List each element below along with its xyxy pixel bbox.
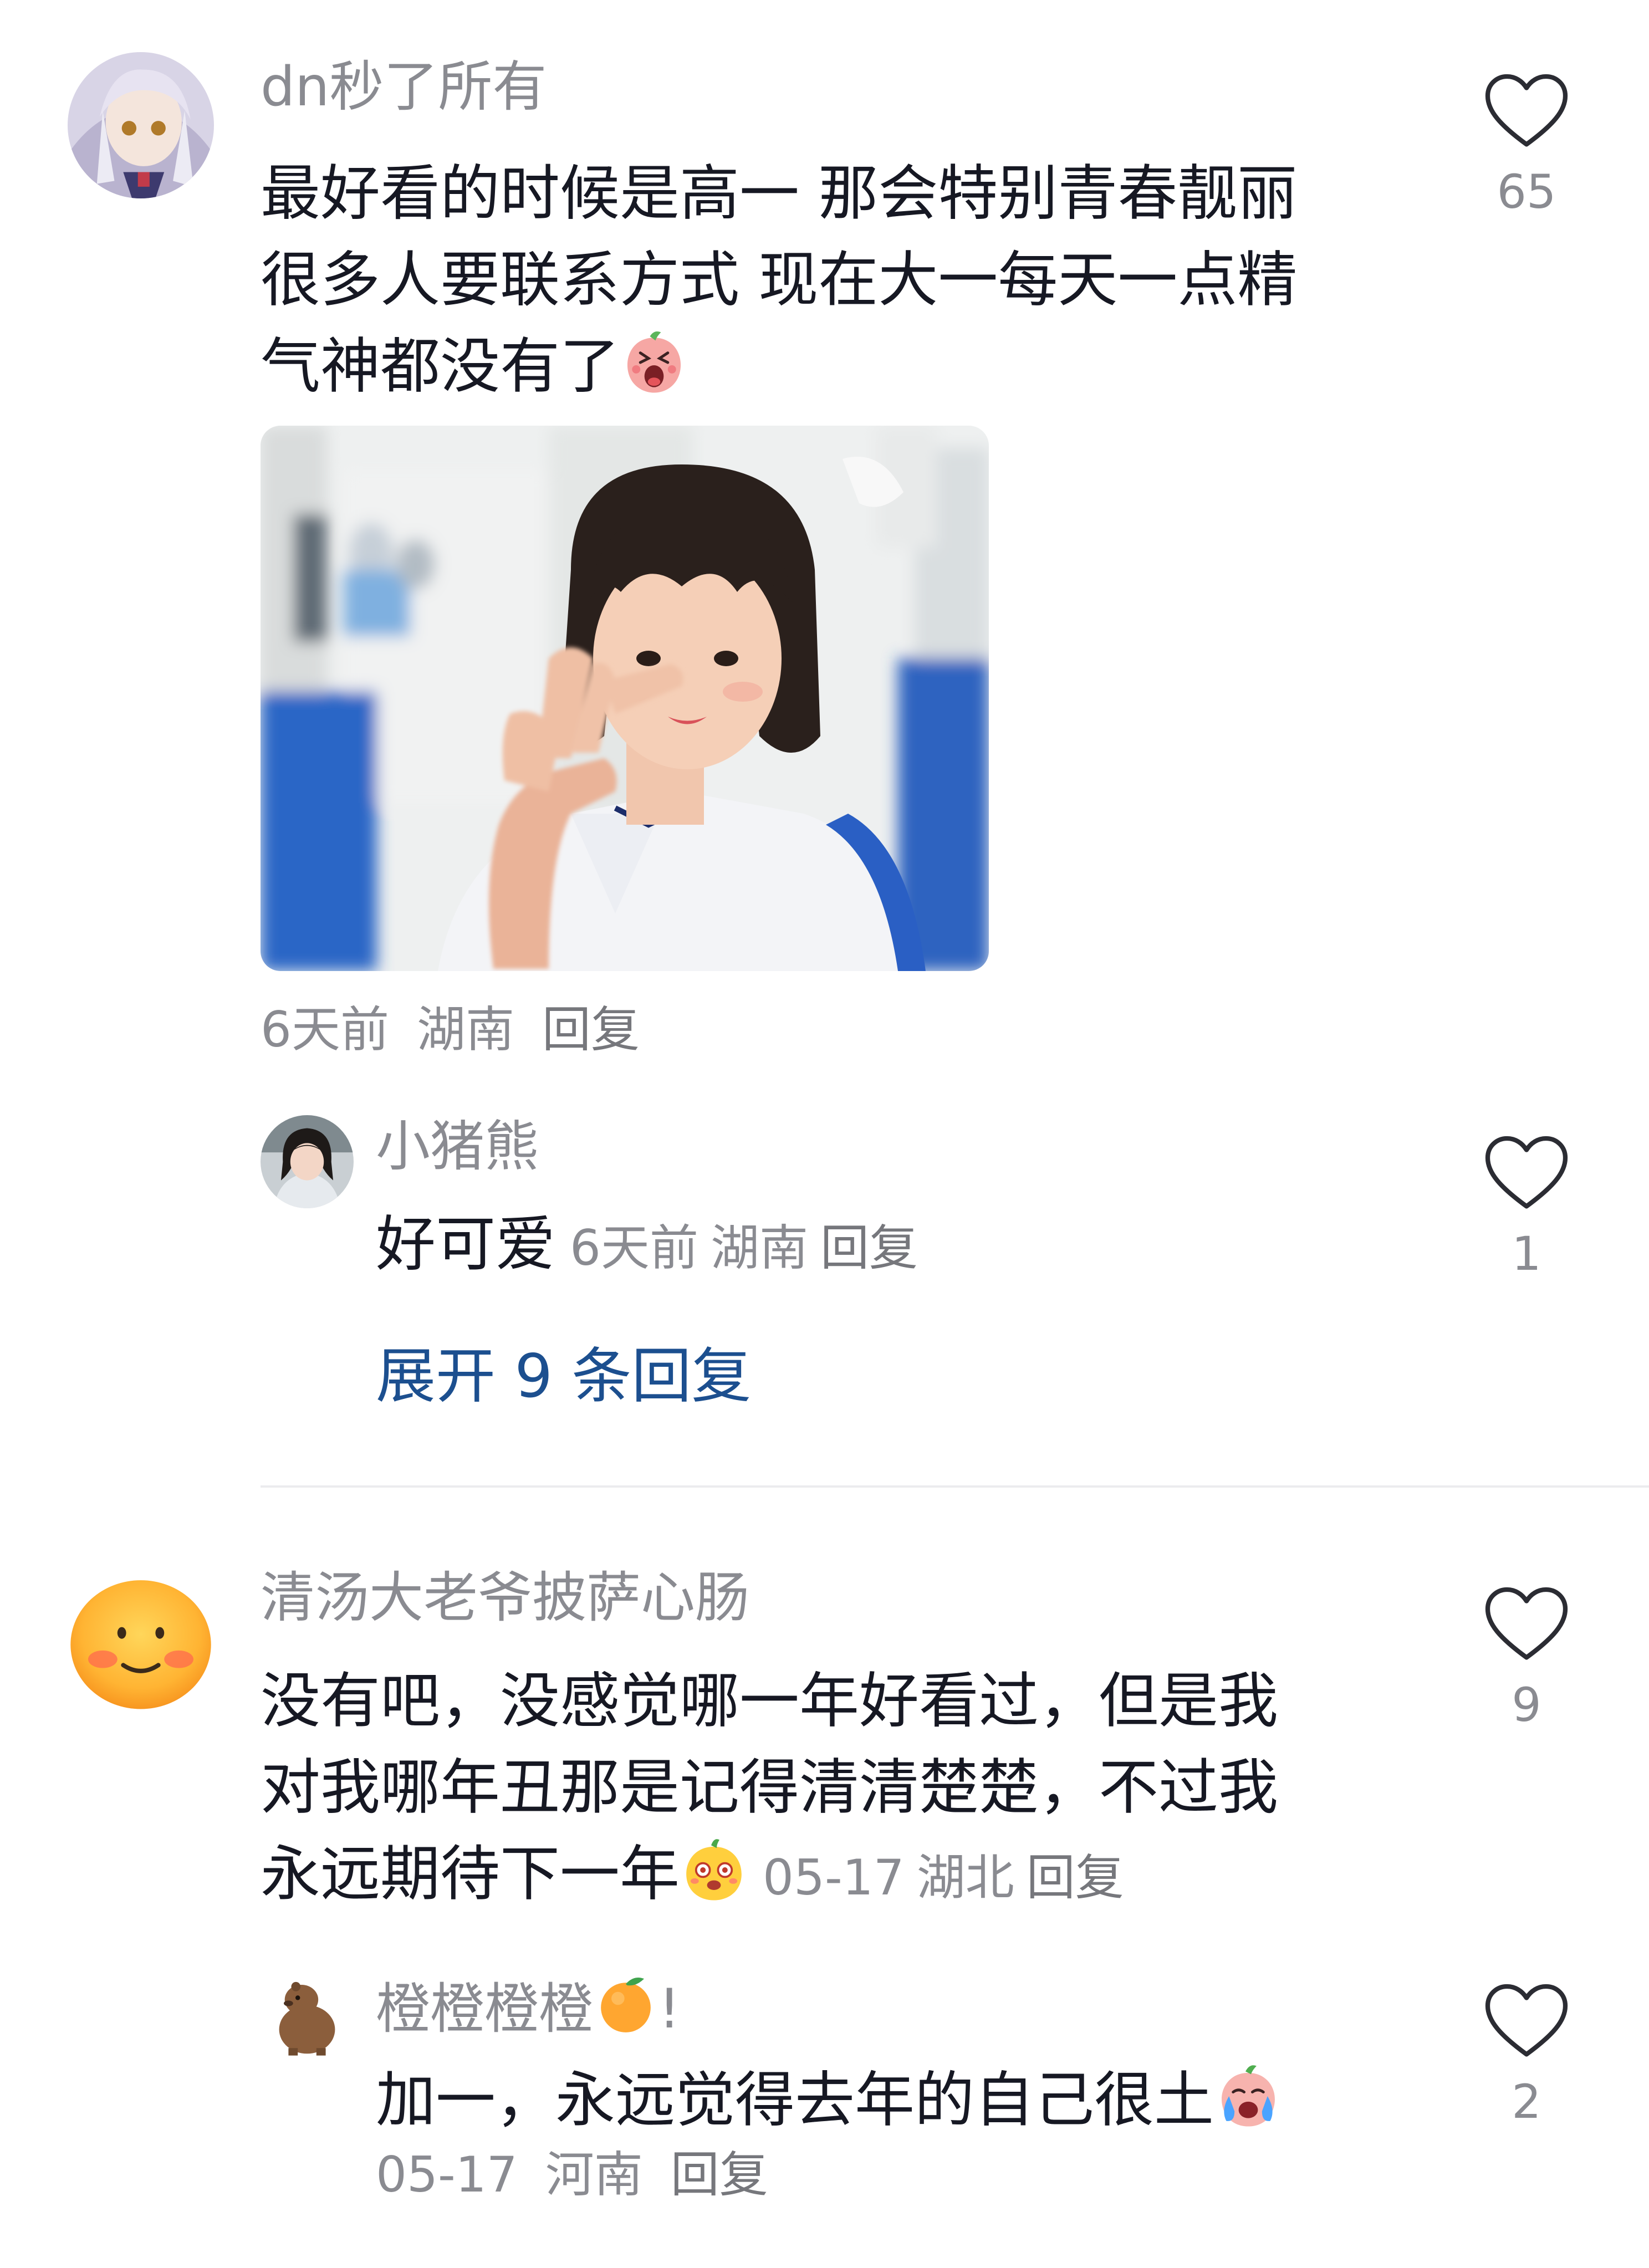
reply-avatar[interactable] (261, 1115, 354, 1208)
reply-button[interactable]: 回复 (671, 2146, 768, 2203)
avatar[interactable] (68, 1569, 214, 1715)
reply-username-row: 橙橙橙橙 ! (376, 1971, 680, 2036)
expand-replies-button[interactable]: 展开 9 条回复 (376, 1347, 751, 1407)
heart-outline-icon (1485, 1984, 1568, 2057)
comment-text-line-with-meta: 永远期待下一年 05-17 湖北 回复 (261, 1831, 1278, 1921)
heart-outline-icon (1485, 1587, 1568, 1660)
reply-button[interactable]: 回复 (542, 1001, 640, 1058)
comment-text: 没有吧，没感觉哪一年好看过，但是我 对我哪年丑那是记得清清楚楚，不过我 永远期待… (261, 1658, 1278, 1921)
comment-text-line-with-emoji: 气神都没有了 (261, 324, 1297, 410)
crying-peach-emoji-icon (1214, 2062, 1283, 2131)
divider (261, 1485, 1649, 1488)
reply-username-suffix: ! (658, 1978, 681, 2041)
screaming-peach-emoji-icon (620, 328, 688, 397)
comment-time: 6天前 (261, 1001, 389, 1058)
reply-avatar[interactable] (261, 1964, 354, 2057)
reply-button[interactable]: 回复 (1027, 1849, 1124, 1906)
orange-fruit-emoji-icon (593, 1971, 658, 2036)
reply-text-row: 加一，永远觉得去年的自己很土 (376, 2057, 1283, 2144)
reply-text: 好可爱 (376, 1210, 556, 1279)
avatar[interactable] (68, 52, 214, 198)
like-button[interactable]: 2 (1471, 1982, 1582, 2125)
comment-text-line: 永远期待下一年 (261, 1840, 680, 1909)
comment-username[interactable]: dn秒了所有 (261, 60, 547, 114)
comment-text-line: 气神都没有了 (261, 332, 620, 401)
reply-meta: 6天前 湖南 回复 (570, 1219, 930, 1276)
comment-text-line: 没有吧，没感觉哪一年好看过，但是我 (261, 1667, 1279, 1736)
like-button[interactable]: 1 (1471, 1134, 1582, 1277)
heart-outline-icon (1485, 1136, 1568, 1209)
comment-image[interactable] (261, 426, 989, 971)
reply-location: 河南 (545, 2146, 643, 2203)
comment-username[interactable]: 清汤大老爷披萨心肠 (261, 1571, 749, 1625)
comment-text-line: 最好看的时候是高一 那会特别青春靓丽 (261, 159, 1298, 228)
heart-outline-icon (1485, 74, 1568, 147)
reply-location: 湖南 (711, 1219, 809, 1276)
like-count: 9 (1512, 1678, 1541, 1732)
comment-text-line: 很多人要联系方式 现在大一每天一点精 (261, 246, 1298, 315)
reply-text: 加一，永远觉得去年的自己很土 (376, 2066, 1214, 2135)
comment-meta: 6天前 湖南 回复 (261, 1005, 652, 1054)
reply-username[interactable]: 橙橙橙橙 (376, 1978, 593, 2041)
reply-time: 6天前 (570, 1219, 699, 1276)
dizzy-face-emoji-icon (680, 1836, 748, 1904)
comment-text: 最好看的时候是高一 那会特别青春靓丽 很多人要联系方式 现在大一每天一点精 气神… (261, 151, 1297, 410)
reply-username[interactable]: 小猪熊 (376, 1120, 539, 1174)
like-count: 2 (1512, 2075, 1541, 2129)
like-button[interactable]: 65 (1471, 72, 1582, 215)
comment-time: 05-17 (763, 1849, 905, 1906)
comment-location: 湖北 (916, 1849, 1014, 1906)
reply-time: 05-17 (376, 2146, 518, 2203)
like-button[interactable]: 9 (1471, 1585, 1582, 1728)
reply-text-row: 好可爱 6天前 湖南 回复 (376, 1202, 930, 1291)
comment-meta: 05-17 湖北 回复 (763, 1849, 1136, 1906)
comment-text-line: 对我哪年丑那是记得清清楚楚，不过我 (261, 1753, 1279, 1822)
comment-location: 湖南 (416, 1001, 514, 1058)
reply-button[interactable]: 回复 (820, 1219, 918, 1276)
like-count: 1 (1512, 1227, 1541, 1281)
reply-meta: 05-17 河南 回复 (376, 2150, 780, 2199)
like-count: 65 (1497, 165, 1556, 219)
